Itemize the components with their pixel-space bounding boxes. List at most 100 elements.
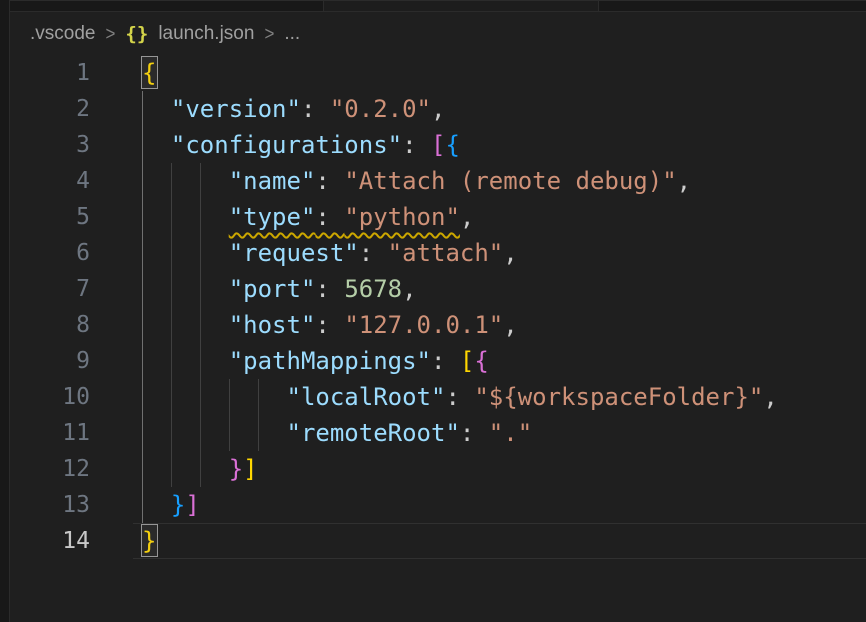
line-number[interactable]: 6 <box>10 235 90 271</box>
code-token: "localRoot" <box>287 383 446 411</box>
code-token: "type" <box>229 203 316 231</box>
indent-guide <box>229 379 230 415</box>
line-number[interactable]: 7 <box>10 271 90 307</box>
tab-fragment <box>323 1 598 11</box>
code-token: { <box>474 347 488 375</box>
line-number[interactable]: 8 <box>10 307 90 343</box>
indent-guide <box>200 307 201 343</box>
indent-guide <box>200 163 201 199</box>
code-line-content[interactable]: "remoteRoot": "." <box>142 415 866 451</box>
code-token: : <box>315 203 344 231</box>
indent-guide <box>171 163 172 199</box>
code-token: : <box>402 131 431 159</box>
indent-guide <box>200 343 201 379</box>
breadcrumb-symbol-more[interactable]: ... <box>284 23 300 45</box>
code-line-content[interactable]: } <box>142 523 866 559</box>
indent-guide <box>142 487 143 523</box>
code-line-content[interactable]: { <box>142 55 866 91</box>
line-number[interactable]: 10 <box>10 379 90 415</box>
line-number[interactable]: 12 <box>10 451 90 487</box>
indent-guide <box>200 415 201 451</box>
code-editor[interactable]: 1{2 "version": "0.2.0",3 "configurations… <box>10 55 866 559</box>
code-token: , <box>460 203 474 231</box>
line-number[interactable]: 5 <box>10 199 90 235</box>
code-token: [ <box>431 131 445 159</box>
line-number[interactable]: 9 <box>10 343 90 379</box>
warning-squiggle: "type": "python" <box>229 203 460 231</box>
code-line: 3 "configurations": [{ <box>10 127 866 163</box>
code-token: "configurations" <box>171 131 402 159</box>
code-token: { <box>445 131 459 159</box>
indent-guide <box>200 235 201 271</box>
line-number[interactable]: 3 <box>10 127 90 163</box>
breadcrumb-folder[interactable]: .vscode <box>30 23 95 45</box>
code-token: : <box>301 95 330 123</box>
indent-guide <box>142 235 143 271</box>
code-token: : <box>460 419 489 447</box>
code-line: 6 "request": "attach", <box>10 235 866 271</box>
code-token: "attach" <box>388 239 504 267</box>
indent-guide <box>142 379 143 415</box>
code-line-content[interactable]: "request": "attach", <box>142 235 866 271</box>
code-token: , <box>503 239 517 267</box>
code-token: "." <box>489 419 532 447</box>
code-token: : <box>315 311 344 339</box>
indent-guide <box>171 271 172 307</box>
tab-bar-strip <box>10 0 866 12</box>
indent-guide <box>171 235 172 271</box>
code-line-content[interactable]: }] <box>142 487 866 523</box>
line-number[interactable]: 11 <box>10 415 90 451</box>
code-line-content[interactable]: "host": "127.0.0.1", <box>142 307 866 343</box>
code-token: , <box>503 311 517 339</box>
code-token: "Attach (remote debug)" <box>344 167 676 195</box>
code-token: } <box>229 455 243 483</box>
code-token <box>142 275 229 303</box>
indent-guide <box>142 91 143 127</box>
tab-separator <box>598 1 599 11</box>
code-line: 5 "type": "python", <box>10 199 866 235</box>
indent-guide <box>142 199 143 235</box>
code-token: , <box>677 167 691 195</box>
code-token: [ <box>460 347 474 375</box>
indent-guide <box>142 343 143 379</box>
code-token: , <box>402 275 416 303</box>
indent-guide <box>142 451 143 487</box>
code-token: : <box>359 239 388 267</box>
indent-guide <box>258 415 259 451</box>
indent-guide <box>142 127 143 163</box>
breadcrumb-file[interactable]: launch.json <box>158 23 254 45</box>
indent-guide <box>171 415 172 451</box>
code-line-content[interactable]: "version": "0.2.0", <box>142 91 866 127</box>
code-line-content[interactable]: "port": 5678, <box>142 271 866 307</box>
code-line: 11 "remoteRoot": "." <box>10 415 866 451</box>
line-number[interactable]: 1 <box>10 55 90 91</box>
code-token: : <box>315 275 344 303</box>
line-number[interactable]: 13 <box>10 487 90 523</box>
code-line-content[interactable]: "configurations": [{ <box>142 127 866 163</box>
code-token: "127.0.0.1" <box>344 311 503 339</box>
code-line: 1{ <box>10 55 866 91</box>
code-token: } <box>142 527 156 555</box>
code-token <box>142 239 229 267</box>
code-line: 2 "version": "0.2.0", <box>10 91 866 127</box>
indent-guide <box>142 163 143 199</box>
code-line: 14} <box>10 523 866 559</box>
code-line: 13 }] <box>10 487 866 523</box>
code-line-content[interactable]: }] <box>142 451 866 487</box>
line-number[interactable]: 4 <box>10 163 90 199</box>
code-line-content[interactable]: "name": "Attach (remote debug)", <box>142 163 866 199</box>
code-line: 12 }] <box>10 451 866 487</box>
code-line-content[interactable]: "localRoot": "${workspaceFolder}", <box>142 379 866 415</box>
code-token <box>142 491 171 519</box>
code-line-content[interactable]: "type": "python", <box>142 199 866 235</box>
code-line: 8 "host": "127.0.0.1", <box>10 307 866 343</box>
line-number[interactable]: 14 <box>10 523 90 559</box>
code-token <box>142 419 287 447</box>
code-line: 10 "localRoot": "${workspaceFolder}", <box>10 379 866 415</box>
code-token: : <box>315 167 344 195</box>
line-number[interactable]: 2 <box>10 91 90 127</box>
code-line-content[interactable]: "pathMappings": [{ <box>142 343 866 379</box>
indent-guide <box>171 199 172 235</box>
code-token: ] <box>243 455 257 483</box>
code-token: } <box>171 491 185 519</box>
